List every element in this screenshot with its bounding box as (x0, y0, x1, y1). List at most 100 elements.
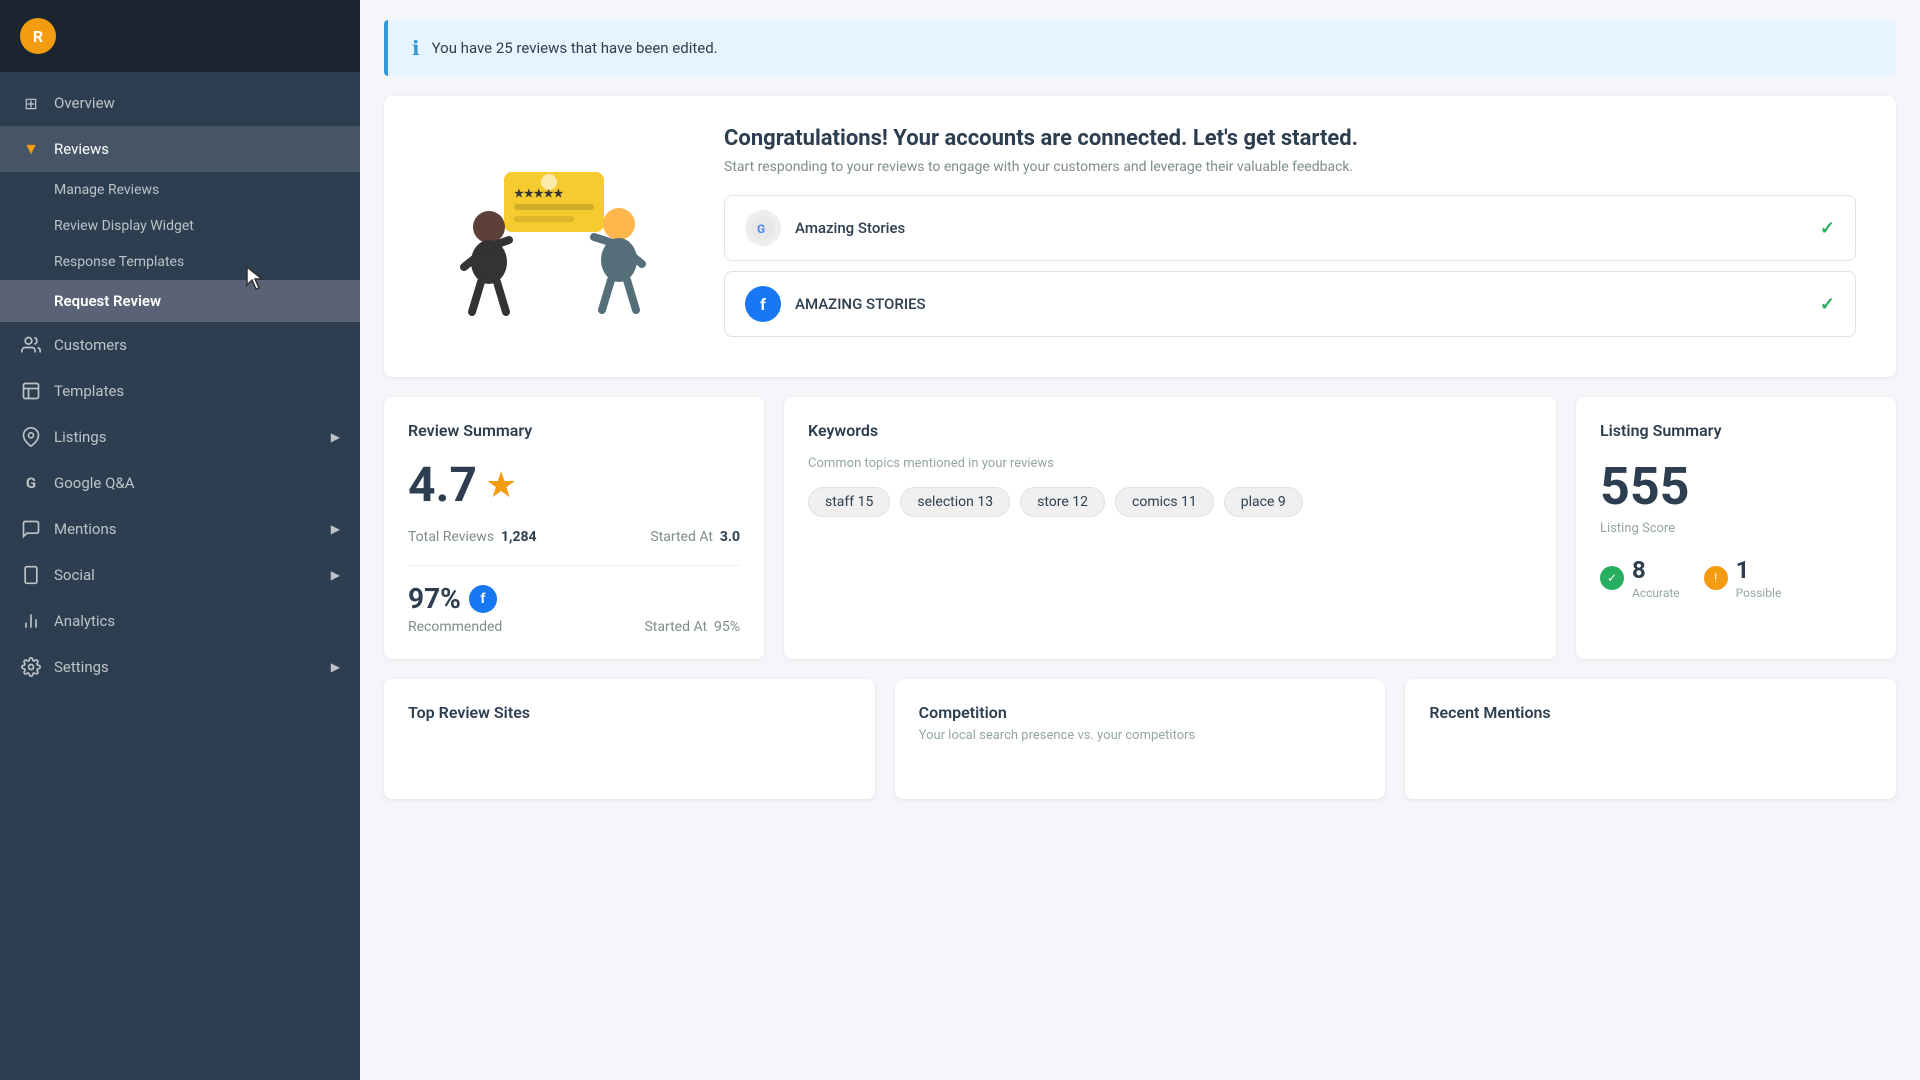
recent-mentions-card: Recent Mentions (1405, 679, 1896, 799)
sidebar-item-label: Social (54, 566, 95, 584)
review-display-widget-label: Review Display Widget (54, 218, 194, 234)
sidebar-item-label: Google Q&A (54, 474, 135, 492)
info-banner: ℹ You have 25 reviews that have been edi… (384, 20, 1896, 76)
sidebar-item-overview[interactable]: ⊞ Overview (0, 80, 360, 126)
possible-icon: ! (1704, 566, 1728, 590)
sidebar-item-label: Overview (54, 94, 115, 112)
account-name-google: Amazing Stories (795, 219, 1806, 237)
listing-stat-possible: ! 1 Possible (1704, 556, 1782, 600)
account-item-google: G Amazing Stories ✓ (724, 195, 1856, 261)
check-icon-facebook: ✓ (1820, 294, 1835, 315)
reviews-icon: ▼ (20, 138, 42, 160)
google-qa-icon: G (20, 472, 42, 494)
svg-text:★★★★★: ★★★★★ (514, 187, 563, 200)
started-at: Started At 3.0 (650, 529, 740, 545)
sidebar-item-analytics[interactable]: Analytics (0, 598, 360, 644)
sidebar-subitem-response-templates[interactable]: Response Templates (0, 244, 360, 280)
sidebar-subitem-manage-reviews[interactable]: Manage Reviews (0, 172, 360, 208)
check-icon-google: ✓ (1820, 218, 1835, 239)
google-account-icon: G (745, 210, 781, 246)
bottom-cards-row: Top Review Sites Competition Your local … (384, 679, 1896, 799)
sidebar-item-mentions[interactable]: Mentions ▶ (0, 506, 360, 552)
connected-info: Congratulations! Your accounts are conne… (724, 126, 1856, 347)
listings-icon (20, 426, 42, 448)
recent-mentions-title: Recent Mentions (1429, 703, 1872, 722)
keyword-tag-store: store 12 (1020, 487, 1105, 517)
overview-icon: ⊞ (20, 92, 42, 114)
accurate-icon: ✓ (1600, 566, 1624, 590)
sidebar-item-google-qa[interactable]: G Google Q&A (0, 460, 360, 506)
sidebar-item-label: Mentions (54, 520, 116, 538)
request-review-label: Request Review (54, 292, 161, 310)
sidebar-item-customers[interactable]: Customers (0, 322, 360, 368)
connected-subtitle: Start responding to your reviews to enga… (724, 159, 1856, 175)
sidebar-item-label: Templates (54, 382, 124, 400)
total-reviews-label-text: Total Reviews (408, 529, 494, 545)
listing-score-label: Listing Score (1600, 521, 1872, 536)
keyword-tags: staff 15 selection 13 store 12 comics 11… (808, 487, 1532, 517)
listings-expand-icon: ▶ (331, 430, 340, 444)
competition-card: Competition Your local search presence v… (895, 679, 1386, 799)
started-at-pct-label: Started At (644, 619, 707, 635)
star-icon: ★ (485, 464, 517, 506)
analytics-icon (20, 610, 42, 632)
main-content: ℹ You have 25 reviews that have been edi… (360, 0, 1920, 1080)
total-reviews-label: Total Reviews 1,284 (408, 529, 537, 545)
keywords-card: Keywords Common topics mentioned in your… (784, 397, 1556, 659)
keywords-subtitle: Common topics mentioned in your reviews (808, 456, 1532, 471)
connected-illustration: ★★★★★ (424, 147, 684, 327)
info-banner-text: You have 25 reviews that have been edite… (432, 39, 718, 57)
possible-count: 1 (1736, 556, 1782, 584)
competition-title: Competition (919, 703, 1362, 722)
keywords-title: Keywords (808, 421, 1532, 440)
accurate-count: 8 (1632, 556, 1680, 584)
logo-icon: R (20, 18, 56, 54)
sidebar-item-templates[interactable]: Templates (0, 368, 360, 414)
fb-icon: f (469, 585, 497, 613)
accurate-label: Accurate (1632, 586, 1680, 600)
review-meta: Total Reviews 1,284 Started At 3.0 (408, 529, 740, 545)
sidebar-item-listings[interactable]: Listings ▶ (0, 414, 360, 460)
account-name-facebook: AMAZING STORIES (795, 295, 1806, 313)
sidebar: R ⊞ Overview ▼ Reviews Manage Reviews Re… (0, 0, 360, 1080)
review-rating: 4.7 ★ (408, 456, 740, 513)
listing-summary-title: Listing Summary (1600, 421, 1872, 440)
started-at-pct-value: 95% (714, 619, 740, 635)
sidebar-item-settings[interactable]: Settings ▶ (0, 644, 360, 690)
sidebar-item-label: Analytics (54, 612, 115, 630)
total-reviews-value: 1,284 (501, 529, 537, 545)
mentions-expand-icon: ▶ (331, 522, 340, 536)
manage-reviews-label: Manage Reviews (54, 182, 159, 198)
sidebar-item-label: Reviews (54, 140, 109, 158)
settings-icon (20, 656, 42, 678)
keyword-tag-staff: staff 15 (808, 487, 890, 517)
sidebar-item-reviews[interactable]: ▼ Reviews (0, 126, 360, 172)
sidebar-item-label: Customers (54, 336, 127, 354)
started-at-pct: Started At 95% (644, 619, 740, 635)
dashboard-cards-row: Review Summary 4.7 ★ Total Reviews 1,284… (384, 397, 1896, 659)
listing-score: 555 (1600, 456, 1872, 517)
recommended-pct: 97% (408, 582, 461, 615)
connected-title: Congratulations! Your accounts are conne… (724, 126, 1856, 151)
rec-meta: Recommended Started At 95% (408, 619, 740, 635)
started-at-value: 3.0 (720, 529, 740, 545)
top-review-sites-title: Top Review Sites (408, 703, 851, 722)
facebook-account-icon: f (745, 286, 781, 322)
sidebar-item-label: Settings (54, 658, 109, 676)
sidebar-subitem-review-display-widget[interactable]: Review Display Widget (0, 208, 360, 244)
sidebar-item-label: Listings (54, 428, 106, 446)
sidebar-subitem-request-review[interactable]: Request Review (0, 280, 360, 322)
card-divider (408, 565, 740, 566)
social-expand-icon: ▶ (331, 568, 340, 582)
recommendation-row: 97% f (408, 582, 740, 615)
review-summary-title: Review Summary (408, 421, 740, 440)
social-icon (20, 564, 42, 586)
sidebar-navigation: ⊞ Overview ▼ Reviews Manage Reviews Revi… (0, 72, 360, 1080)
sidebar-item-social[interactable]: Social ▶ (0, 552, 360, 598)
settings-expand-icon: ▶ (331, 660, 340, 674)
review-summary-card: Review Summary 4.7 ★ Total Reviews 1,284… (384, 397, 764, 659)
account-item-facebook: f AMAZING STORIES ✓ (724, 271, 1856, 337)
response-templates-label: Response Templates (54, 254, 184, 270)
sidebar-logo: R (0, 0, 360, 72)
listing-summary-card: Listing Summary 555 Listing Score ✓ 8 Ac… (1576, 397, 1896, 659)
